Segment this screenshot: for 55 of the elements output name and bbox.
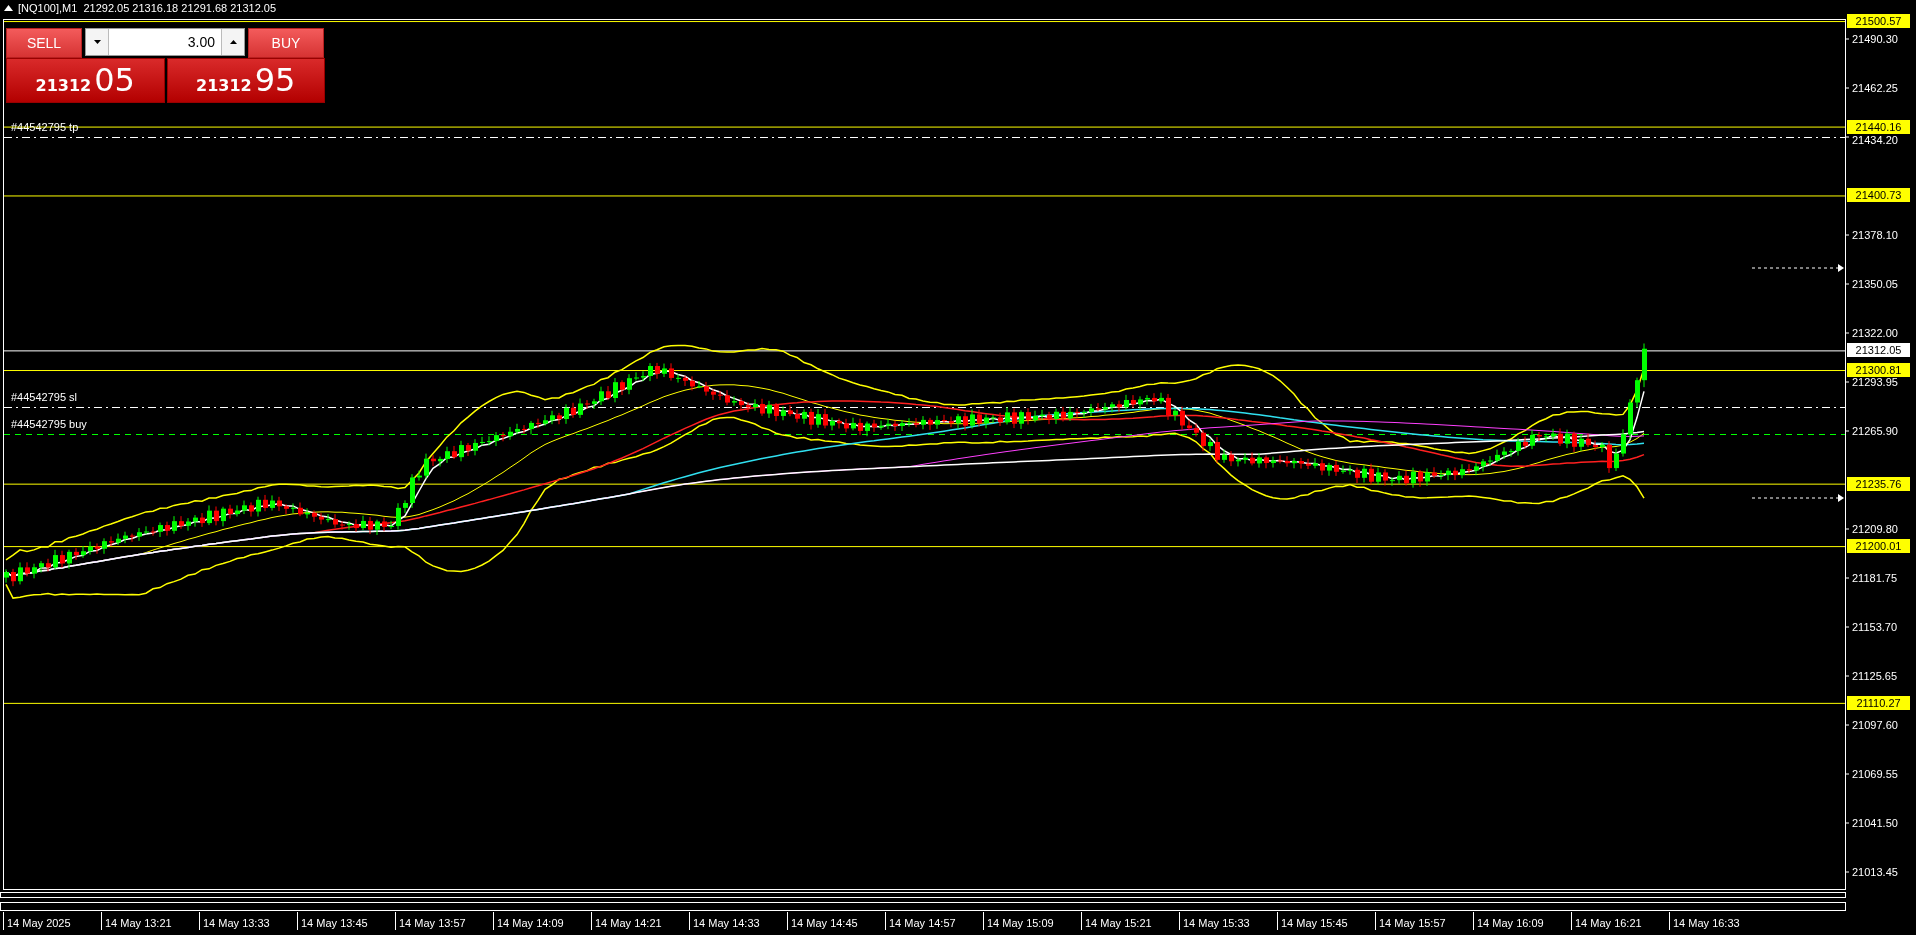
price-axis-label: 21125.65 (1852, 670, 1898, 683)
price-level-badge: 21500.57 (1847, 14, 1910, 29)
price-level-badge: 21200.01 (1847, 539, 1910, 554)
up-arrow-icon[interactable] (229, 40, 237, 44)
price-axis-label: 21350.05 (1852, 278, 1898, 291)
price-axis-label: 21153.70 (1852, 621, 1898, 634)
volume-field[interactable]: 3.00 (85, 28, 245, 56)
time-axis-label: 14 May 14:45 (787, 912, 885, 930)
dotted-arrow-icon (1751, 494, 1844, 502)
buy-button[interactable]: BUY (248, 28, 324, 58)
triangle-icon[interactable] (4, 5, 13, 11)
time-axis-label: 14 May 14:33 (689, 912, 787, 930)
time-axis-label: 14 May 2025 (3, 912, 101, 930)
sell-button[interactable]: SELL (6, 28, 82, 58)
price-level-badge: 21312.05 (1847, 343, 1910, 358)
time-axis-label: 14 May 13:57 (395, 912, 493, 930)
time-axis-label: 14 May 14:57 (885, 912, 983, 930)
down-arrow-icon[interactable] (93, 40, 101, 44)
time-axis-label: 14 May 15:21 (1081, 912, 1179, 930)
time-axis-label: 14 May 13:45 (297, 912, 395, 930)
price-axis-label: 21013.45 (1852, 866, 1898, 879)
time-axis-label: 14 May 13:21 (101, 912, 199, 930)
time-axis-label: 14 May 16:09 (1473, 912, 1571, 930)
time-axis-label: 14 May 15:33 (1179, 912, 1277, 930)
price-axis-label: 21097.60 (1852, 719, 1898, 732)
price-level-badge: 21110.27 (1847, 695, 1910, 710)
order-label: #44542795 buy (11, 418, 87, 430)
time-axis-label: 14 May 14:21 (591, 912, 689, 930)
order-label: #44542795 sl (11, 391, 78, 403)
sell-price-button[interactable]: 21312 05 (6, 58, 165, 103)
buy-price-button[interactable]: 21312 95 (166, 58, 325, 103)
time-axis-label: 14 May 15:57 (1375, 912, 1473, 930)
time-axis-label: 14 May 14:09 (493, 912, 591, 930)
price-axis-label: 21462.25 (1852, 82, 1898, 95)
price-axis-label: 21490.30 (1852, 33, 1898, 46)
time-axis-label: 14 May 15:45 (1277, 912, 1375, 930)
time-axis-label: 14 May 15:09 (983, 912, 1081, 930)
price-axis-label: 21041.50 (1852, 817, 1898, 830)
time-axis-label: 14 May 13:33 (199, 912, 297, 930)
dotted-arrow-icon (1751, 264, 1844, 272)
price-axis-label: 21265.90 (1852, 425, 1898, 438)
price-axis-label: 21293.95 (1852, 376, 1898, 389)
price-axis-label: 21434.20 (1852, 134, 1898, 147)
price-axis-label: 21378.10 (1852, 229, 1898, 242)
price-level-badge: 21300.81 (1847, 363, 1910, 377)
price-axis-label: 21209.80 (1852, 523, 1898, 536)
price-level-badge: 21235.76 (1847, 476, 1910, 491)
price-axis-label: 21181.75 (1852, 572, 1898, 585)
price-axis-label: 21322.00 (1852, 327, 1898, 340)
price-axis-label: 21069.55 (1852, 768, 1898, 781)
time-axis-label: 14 May 16:21 (1571, 912, 1669, 930)
price-level-badge: 21400.73 (1847, 188, 1910, 203)
time-axis-label: 14 May 16:33 (1669, 912, 1767, 930)
price-level-badge: 21440.16 (1847, 119, 1910, 134)
chart-title: [NQ100],M1 21292.05 21316.18 21291.68 21312.05 (18, 2, 277, 14)
